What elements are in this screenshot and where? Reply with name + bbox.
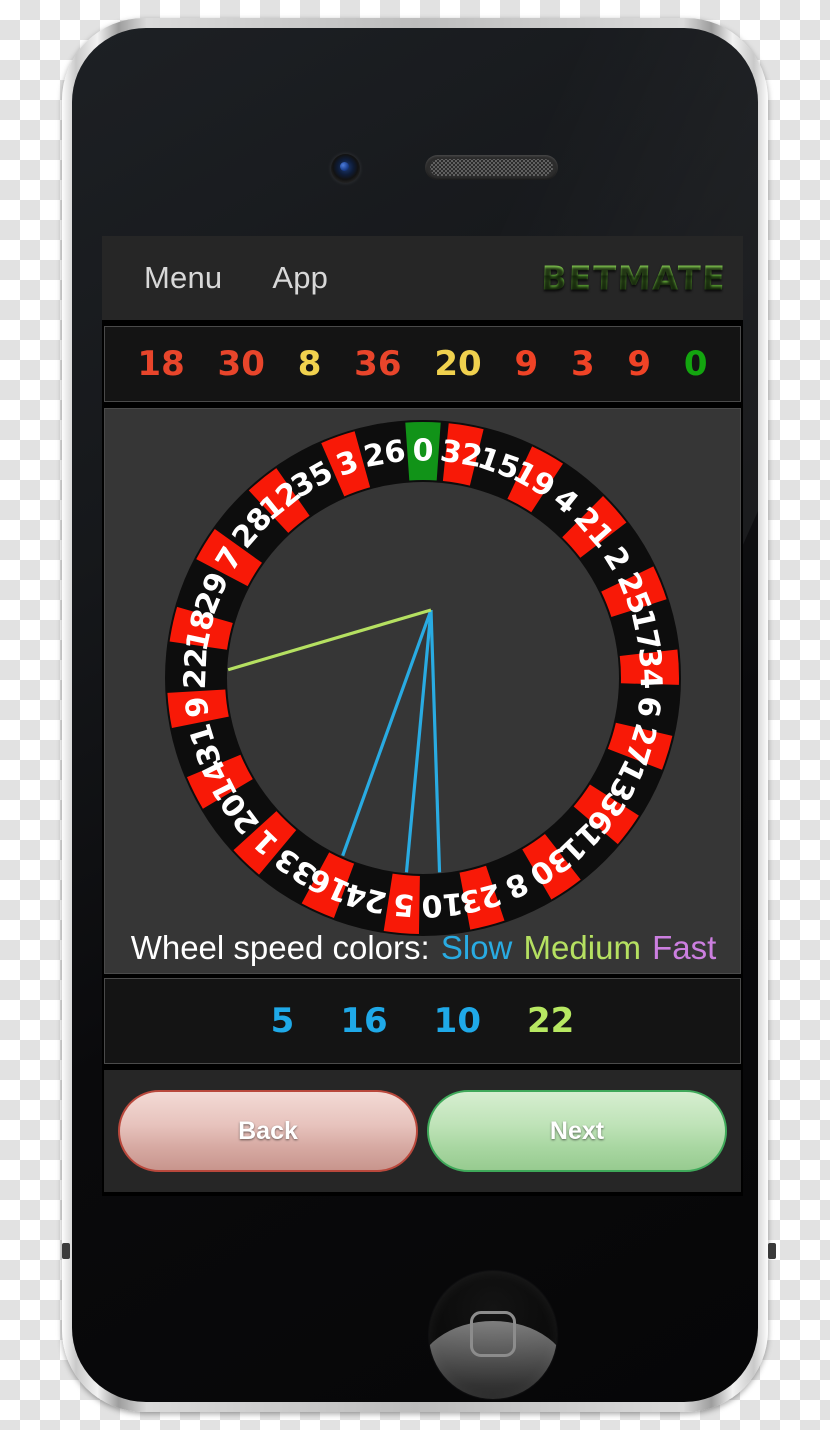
wheel-pocket-label: 5 [391, 886, 415, 923]
wheel-pocket[interactable]: 10 [419, 885, 464, 923]
predicted-numbers-strip: 5 16 10 22 [104, 978, 741, 1064]
home-square-icon [470, 1311, 516, 1357]
wheel-pocket-label: 6 [629, 694, 666, 719]
wheel-pocket-label: 26 [361, 433, 408, 475]
wheel-pocket-label: 0 [412, 434, 433, 469]
app-screen: Menu App BETMATE 18 30 8 36 20 9 3 9 0 0 32 15 19 4 2… [102, 236, 743, 1196]
roulette-wheel[interactable]: 0 32 15 19 4 21 2 25 17 34 6 27 13 36 11 30 8 23 10 5 24 16 33… [158, 413, 688, 943]
speed-legend-item-medium: Medium [514, 929, 641, 966]
speed-legend-item-fast: Fast [642, 929, 717, 966]
predicted-number: 22 [527, 1001, 575, 1041]
betmate-logo: BETMATE [540, 258, 728, 298]
history-number: 18 [137, 344, 185, 384]
history-number: 0 [683, 344, 708, 384]
predicted-number: 5 [270, 1001, 295, 1041]
roulette-wheel-panel: 0 32 15 19 4 21 2 25 17 34 6 27 13 36 11 30 8 23 10 5 24 16 33… [104, 408, 741, 974]
back-button[interactable]: Back [118, 1090, 418, 1172]
roulette-wheel-svg: 0 321519421225173462713361130823105241633… [164, 420, 681, 936]
history-number: 20 [434, 344, 482, 384]
history-number: 36 [354, 344, 402, 384]
menu-link[interactable]: Menu [144, 260, 222, 296]
speed-legend-label: Wheel speed colors: [130, 929, 430, 966]
predicted-number: 16 [340, 1001, 388, 1041]
antenna-band-right [768, 1243, 776, 1259]
speed-legend-item-slow: Slow [431, 929, 513, 966]
home-button[interactable] [429, 1271, 557, 1399]
wheel-pocket-label: 9 [179, 694, 216, 719]
wheel-pocket[interactable]: 26 [361, 433, 408, 475]
earpiece-speaker [425, 155, 558, 180]
wheel-pocket[interactable]: 6 [629, 694, 666, 719]
front-camera-icon [331, 154, 360, 183]
history-number: 8 [297, 344, 322, 384]
wheel-pocket-label: 34 [631, 647, 668, 690]
wheel-inner-face [226, 482, 619, 874]
wheel-pocket[interactable]: 0 [404, 422, 441, 481]
speed-legend: Wheel speed colors: Slow Medium Fast [105, 929, 740, 967]
app-header: Menu App BETMATE [102, 236, 743, 320]
predicted-number: 10 [433, 1001, 481, 1041]
antenna-band-left [62, 1243, 70, 1259]
app-link[interactable]: App [272, 260, 328, 296]
spin-history-strip: 18 30 8 36 20 9 3 9 0 [104, 326, 741, 402]
history-number: 30 [217, 344, 265, 384]
history-number: 9 [514, 344, 539, 384]
next-button[interactable]: Next [427, 1090, 727, 1172]
history-number: 9 [627, 344, 652, 384]
history-number: 3 [570, 344, 595, 384]
wheel-pocket-label: 10 [419, 885, 464, 923]
navigation-button-bar: Back Next [104, 1070, 741, 1192]
earpiece-mesh [430, 159, 553, 176]
